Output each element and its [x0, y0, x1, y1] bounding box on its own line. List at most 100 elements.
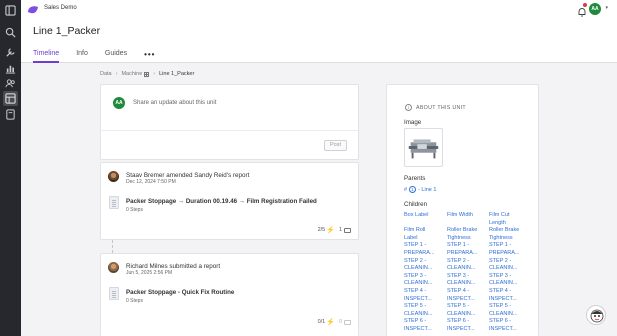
page-title: Line 1_Packer — [33, 25, 101, 37]
child-link[interactable]: Film Cut — [489, 212, 523, 220]
child-link[interactable]: STEP 6 - — [489, 318, 523, 326]
child-link[interactable]: STEP 3 - — [489, 273, 523, 281]
breadcrumb-data[interactable]: Data — [100, 71, 112, 77]
child-link[interactable]: STEP 4 - — [489, 288, 523, 296]
child-link[interactable]: Roller Brake — [489, 227, 523, 235]
child-link[interactable]: STEP 5 - — [489, 303, 523, 311]
grid-icon — [144, 71, 150, 77]
book-icon[interactable] — [5, 109, 16, 120]
child-link[interactable]: CLEANIN... — [447, 280, 481, 288]
score-value: 0/1 — [317, 319, 326, 325]
brand-logo-icon[interactable] — [27, 3, 39, 14]
analytics-icon[interactable] — [5, 63, 16, 74]
data-icon[interactable] — [3, 91, 18, 106]
child-link[interactable]: STEP 6 - — [447, 318, 481, 326]
search-icon[interactable] — [5, 27, 16, 38]
child-link[interactable]: CLEANIN... — [404, 280, 438, 288]
timeline-connector — [112, 240, 113, 253]
child-link[interactable]: INSPECT... — [404, 296, 438, 304]
child-link[interactable]: STEP 1 - — [404, 242, 438, 250]
breadcrumb: Data › Machine › Line 1_Packer — [100, 71, 194, 77]
assistant-bot-icon[interactable] — [586, 305, 606, 325]
child-link[interactable]: STEP 6 - — [404, 318, 438, 326]
children-column-3: Film Cut Length Roller Brake Tightness STEP … — [489, 212, 523, 334]
child-link[interactable]: CLEANIN... — [447, 265, 481, 273]
user-avatar[interactable]: AA — [589, 3, 601, 15]
child-link[interactable]: INSPECT... — [489, 296, 523, 304]
about-heading-text: ABOUT THIS UNIT — [416, 104, 466, 111]
entry-title[interactable]: Packer Stoppage - Quick Fix Routine — [126, 289, 234, 296]
image-label: Image — [404, 119, 422, 126]
child-link[interactable]: PREPARA... — [489, 250, 523, 258]
entry-date: Jun 5, 2025 2:56 PM — [126, 270, 173, 276]
child-link[interactable]: STEP 2 - — [404, 258, 438, 266]
children-column-1: Box Label Film Roll Label STEP 1 - PREPARA..… — [404, 212, 438, 334]
child-link[interactable]: Tightness — [489, 235, 523, 243]
entry-actor: Staav Bremer amended Sandy Reid's report — [126, 172, 250, 179]
comment-icon[interactable] — [344, 319, 351, 325]
child-link[interactable]: CLEANIN... — [404, 311, 438, 319]
child-link[interactable]: STEP 4 - — [447, 288, 481, 296]
child-link[interactable]: PREPARA... — [404, 250, 438, 258]
update-input[interactable]: Share an update about this unit — [133, 100, 216, 106]
child-link[interactable]: CLEANIN... — [447, 311, 481, 319]
breadcrumb-machine[interactable]: Machine — [121, 71, 142, 77]
more-tabs-icon[interactable]: ••• — [144, 48, 155, 63]
children-label: Children — [404, 201, 428, 208]
child-link[interactable]: CLEANIN... — [489, 311, 523, 319]
sidebar-toggle-icon[interactable] — [5, 5, 16, 16]
child-link[interactable]: STEP 3 - — [447, 273, 481, 281]
child-link[interactable]: INSPECT... — [404, 326, 438, 334]
entry-date: Dec 12, 2024 7:50 PM — [126, 179, 176, 185]
timeline-entry[interactable]: Staav Bremer amended Sandy Reid's report… — [100, 162, 359, 240]
child-link[interactable]: STEP 3 - — [404, 273, 438, 281]
child-link[interactable]: STEP 5 - — [447, 303, 481, 311]
child-link[interactable]: Film Width — [447, 212, 481, 220]
chevron-down-icon[interactable]: ▾ — [605, 5, 608, 11]
child-link[interactable]: Length — [489, 220, 523, 228]
parent-link[interactable]: # 1 - Line 1 — [404, 186, 436, 193]
bolt-icon[interactable]: ⚡ — [326, 318, 335, 326]
comment-icon[interactable] — [344, 227, 351, 233]
child-link[interactable]: Tightness — [447, 235, 481, 243]
child-link[interactable]: STEP 2 - — [489, 258, 523, 266]
users-icon[interactable] — [5, 78, 16, 89]
child-link[interactable]: STEP 5 - — [404, 303, 438, 311]
child-link[interactable]: INSPECT... — [447, 326, 481, 334]
tab-timeline[interactable]: Timeline — [33, 48, 60, 63]
document-icon — [109, 287, 119, 300]
comment-count: 0 — [338, 319, 342, 325]
child-link[interactable]: STEP 2 - — [447, 258, 481, 266]
composer-avatar: AA — [113, 97, 125, 109]
child-link[interactable]: Label — [404, 235, 438, 243]
child-link[interactable]: Box Label — [404, 212, 438, 220]
child-link[interactable]: INSPECT... — [447, 296, 481, 304]
bolt-icon[interactable]: ⚡ — [326, 226, 335, 234]
avatar — [108, 171, 119, 182]
tab-guides[interactable]: Guides — [105, 48, 127, 63]
parent-name[interactable]: - Line 1 — [418, 187, 436, 193]
unit-image[interactable] — [404, 128, 443, 167]
child-link[interactable]: Roller Brake — [447, 227, 481, 235]
child-link[interactable]: PREPARA... — [447, 250, 481, 258]
document-icon — [109, 196, 119, 209]
child-link[interactable]: CLEANIN... — [489, 265, 523, 273]
wrench-icon[interactable] — [5, 47, 16, 58]
child-link[interactable]: CLEANIN... — [489, 280, 523, 288]
workspace-name[interactable]: Sales Demo — [44, 5, 77, 11]
parent-prefix: # — [404, 186, 408, 193]
child-link[interactable]: Film Roll — [404, 227, 438, 235]
entry-steps: 0 Steps — [126, 298, 143, 304]
child-link[interactable]: STEP 1 - — [489, 242, 523, 250]
child-link[interactable]: STEP 1 - — [447, 242, 481, 250]
child-link[interactable]: INSPECT... — [489, 326, 523, 334]
timeline-entry[interactable]: Richard Milnes submitted a report Jun 5,… — [100, 253, 359, 336]
nav-rail — [0, 0, 21, 336]
top-bar: Sales Demo AA ▾ — [21, 0, 617, 18]
entry-title[interactable]: Packer Stoppage → Duration 00.19.46 → Fi… — [126, 198, 317, 205]
child-link[interactable]: STEP 4 - — [404, 288, 438, 296]
tab-info[interactable]: Info — [76, 48, 88, 63]
child-link[interactable]: CLEANIN... — [404, 265, 438, 273]
post-button[interactable]: Post — [324, 140, 347, 151]
